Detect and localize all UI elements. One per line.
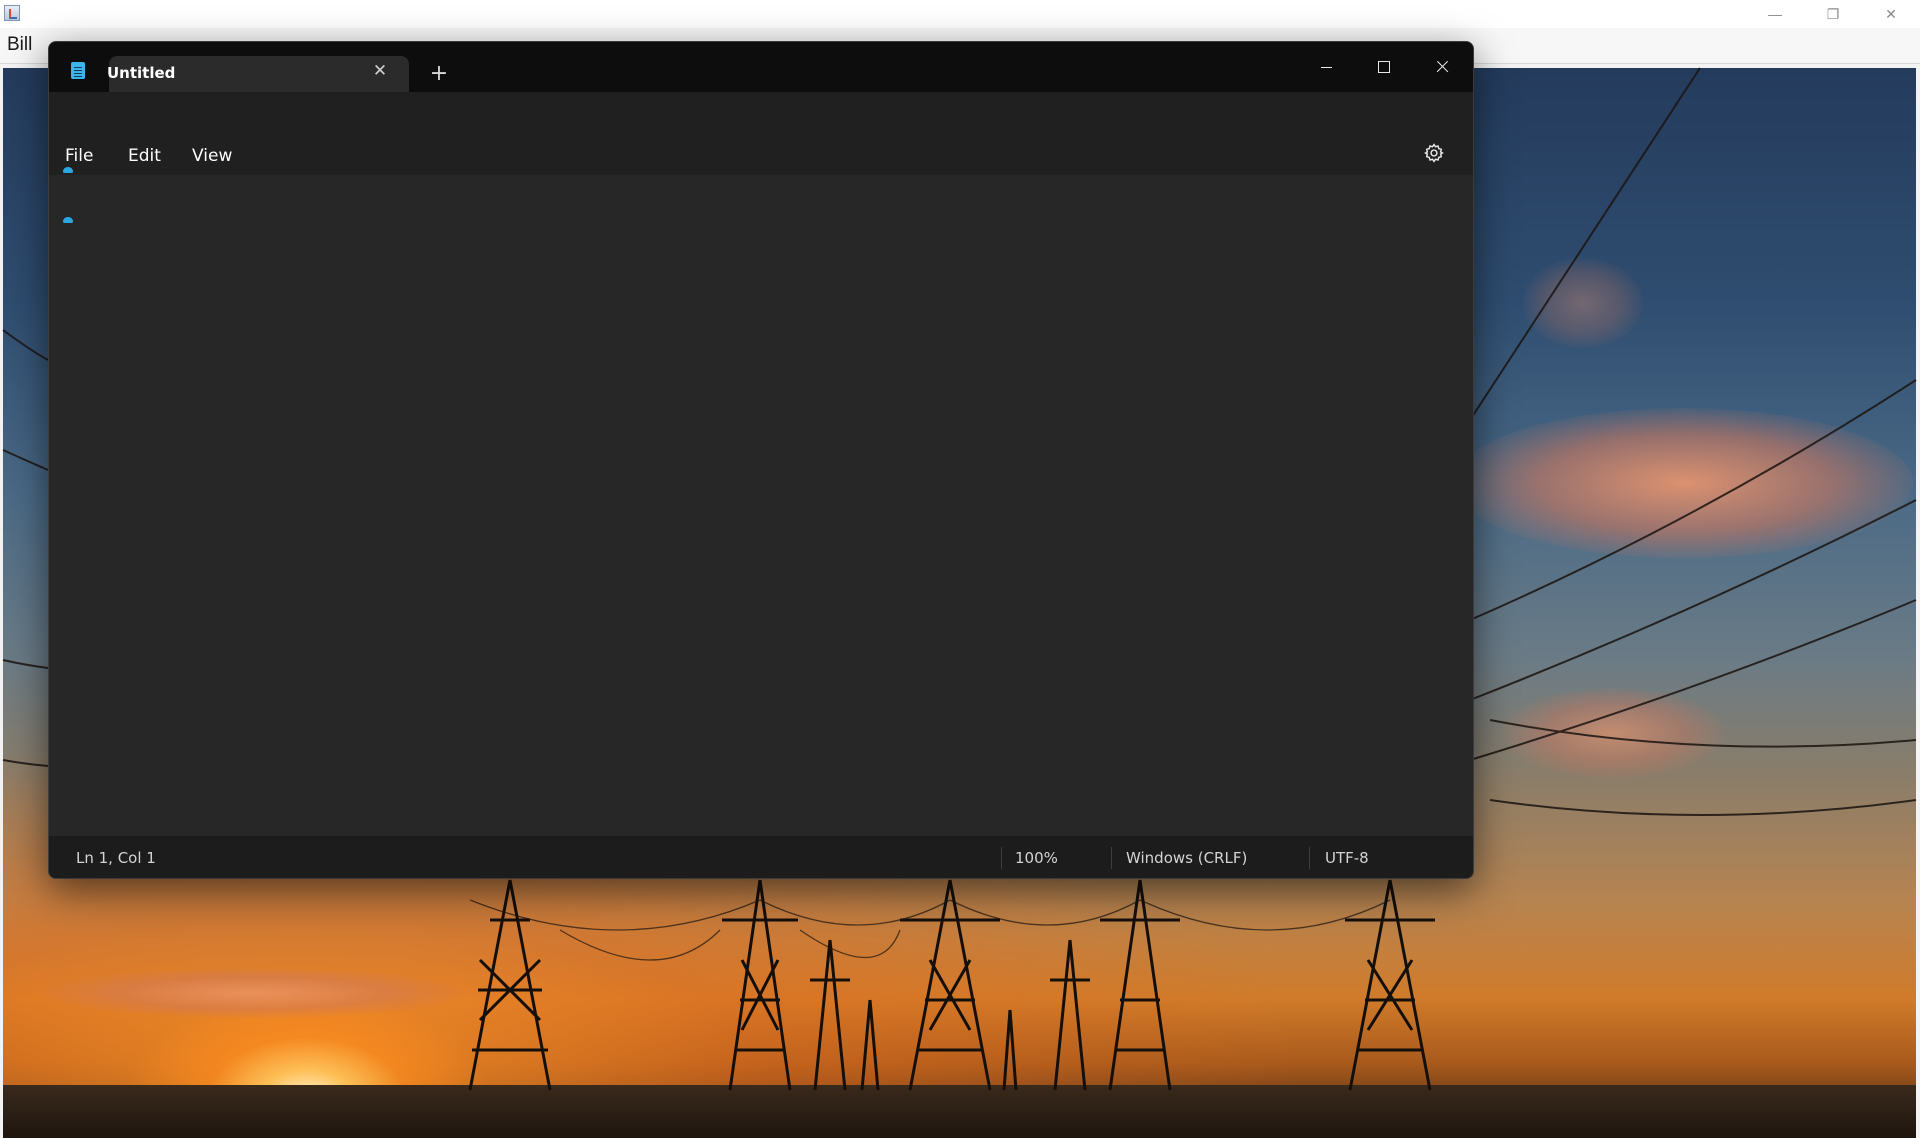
status-encoding[interactable]: UTF-8 bbox=[1325, 849, 1369, 867]
menu-edit[interactable]: Edit bbox=[128, 146, 161, 166]
status-bar: Ln 1, Col 1 100% Windows (CRLF) UTF-8 bbox=[49, 836, 1473, 878]
text-editor-area[interactable] bbox=[49, 167, 1473, 878]
close-button[interactable] bbox=[1413, 42, 1471, 92]
tab-close-icon[interactable]: ✕ bbox=[369, 60, 391, 82]
menu-view[interactable]: View bbox=[192, 146, 232, 166]
status-zoom[interactable]: 100% bbox=[1015, 849, 1058, 867]
selection-handle-icon bbox=[63, 167, 73, 173]
caret-marker-icon bbox=[63, 217, 73, 223]
status-line-endings[interactable]: Windows (CRLF) bbox=[1126, 849, 1247, 867]
status-divider bbox=[1309, 847, 1310, 869]
notepad-app-icon bbox=[71, 62, 85, 79]
status-divider bbox=[1001, 847, 1002, 869]
new-tab-button[interactable]: + bbox=[427, 63, 451, 87]
tab-title: Untitled bbox=[107, 64, 176, 82]
settings-gear-icon[interactable] bbox=[1423, 142, 1445, 164]
maximize-button[interactable] bbox=[1355, 42, 1413, 92]
notepad-menubar bbox=[49, 92, 1473, 175]
menu-file[interactable]: File bbox=[65, 146, 93, 166]
status-divider bbox=[1111, 847, 1112, 869]
status-cursor-position: Ln 1, Col 1 bbox=[76, 849, 156, 867]
notepad-window: Untitled ✕ + File Edit View Ln 1, Col 1 … bbox=[48, 41, 1474, 879]
minimize-button[interactable] bbox=[1297, 42, 1355, 92]
